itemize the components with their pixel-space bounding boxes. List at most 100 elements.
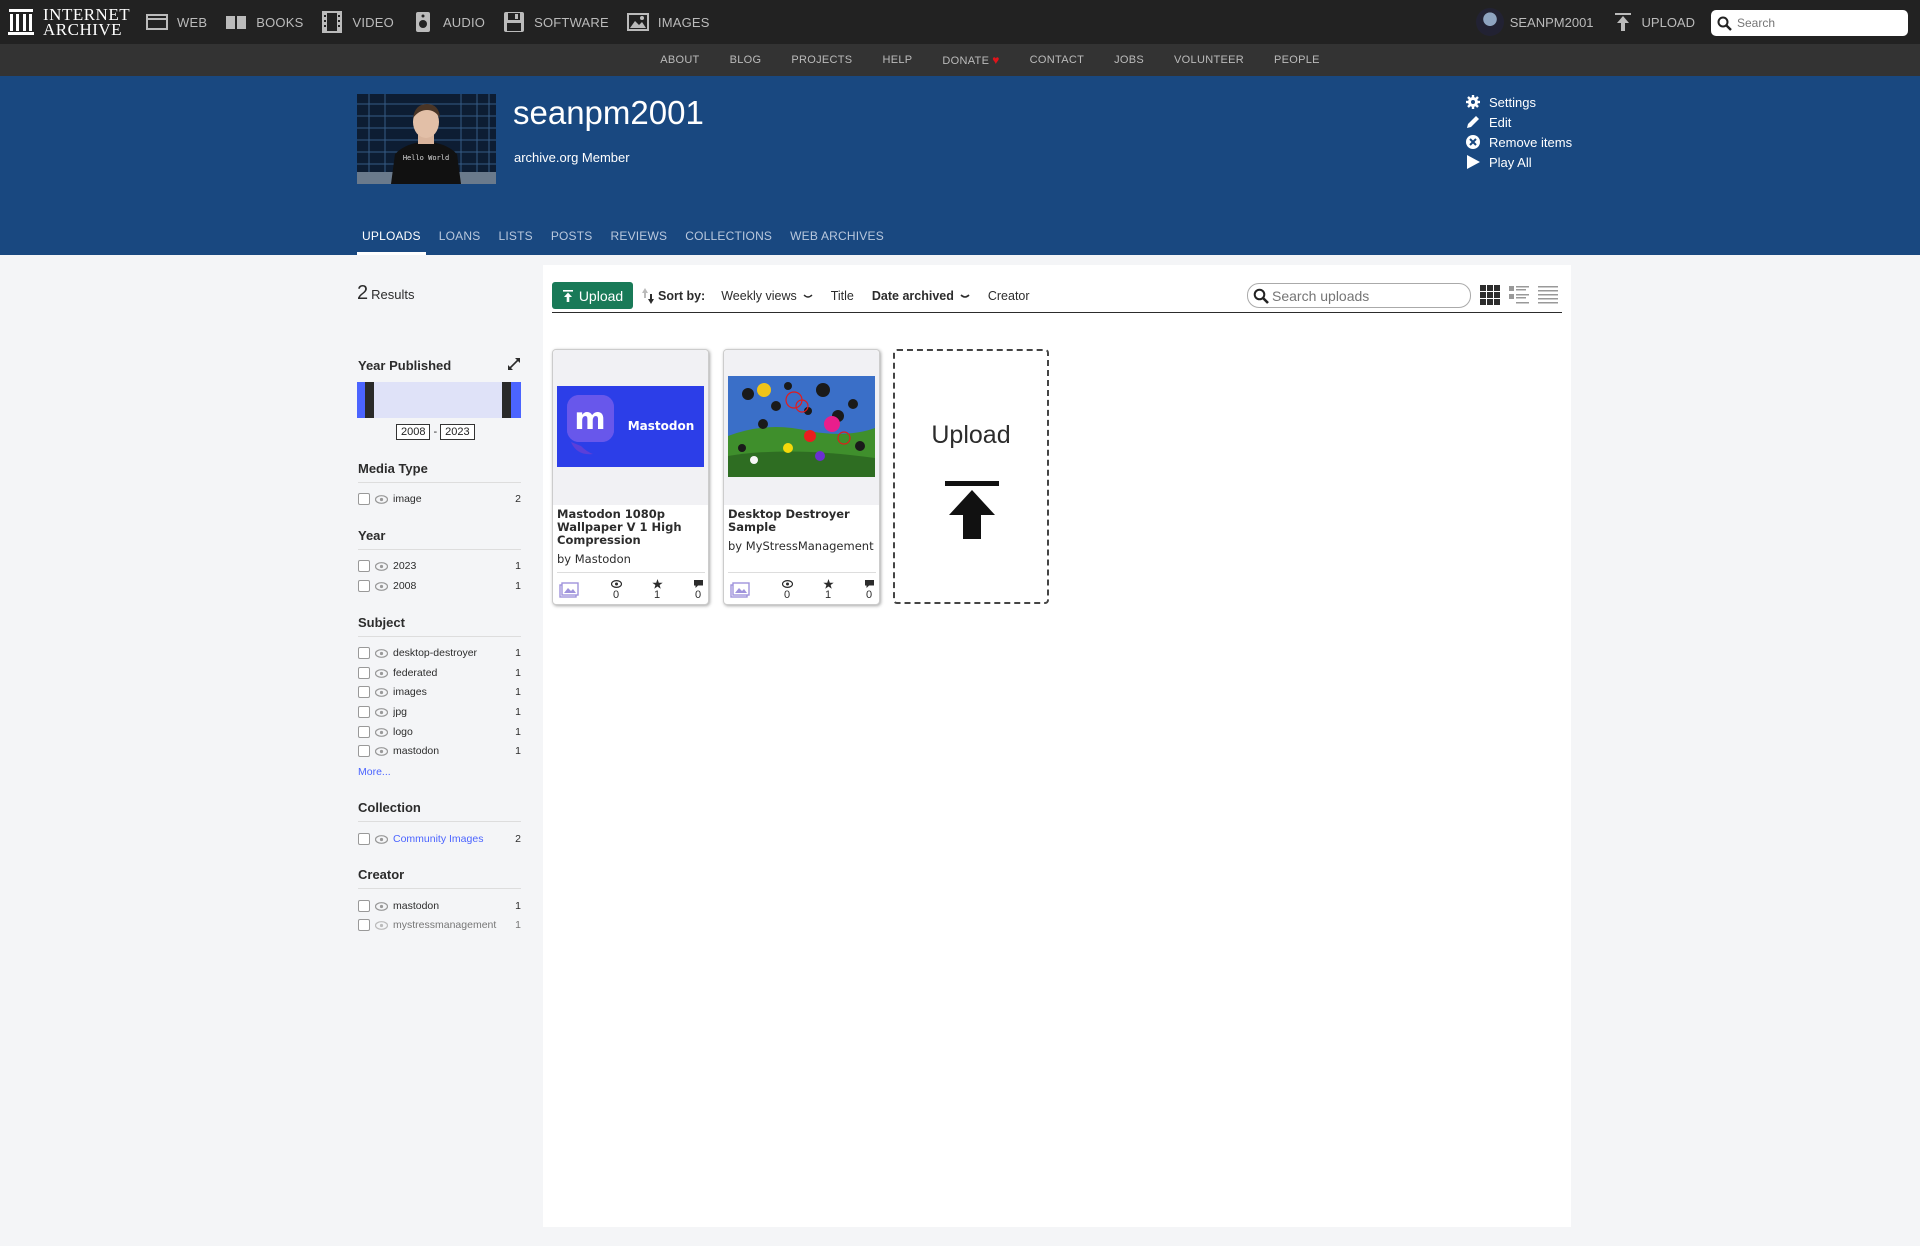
facet-checkbox[interactable] [358,560,370,572]
upload-button[interactable]: Upload [552,282,633,309]
tab-collections[interactable]: COLLECTIONS [680,224,777,255]
item-tile-mastodon-wallpaper[interactable]: m Mastodon Mastodon 1080p Wallpaper V 1 … [552,349,709,605]
tab-reviews[interactable]: REVIEWS [606,224,673,255]
user-avatar[interactable] [1475,8,1504,36]
item-creator[interactable]: by MyStressManagement [728,539,878,553]
eye-icon[interactable] [375,834,388,844]
eye-icon[interactable] [375,668,388,678]
facet-row[interactable]: mystressmanagement 1 [358,917,521,933]
tab-posts[interactable]: POSTS [546,224,598,255]
subnav-blog[interactable]: BLOG [730,54,762,66]
facet-row[interactable]: federated 1 [358,665,521,681]
subnav-help[interactable]: HELP [882,54,912,66]
facet-checkbox[interactable] [358,919,370,931]
subnav-projects[interactable]: PROJECTS [791,54,852,66]
tab-web-archives[interactable]: WEB ARCHIVES [785,224,889,255]
facet-checkbox[interactable] [358,833,370,845]
facet-row[interactable]: mastodon 1 [358,743,521,759]
search-uploads-input[interactable] [1272,287,1462,304]
settings-button[interactable]: Settings [1465,92,1572,112]
sort-weekly-views[interactable]: Weekly views [721,289,813,303]
sort-date-archived[interactable]: Date archived [872,289,970,303]
facet-row[interactable]: 2023 1 [358,558,521,574]
subnav-volunteer[interactable]: VOLUNTEER [1174,54,1244,66]
subnav-people[interactable]: PEOPLE [1274,54,1320,66]
facet-row[interactable]: 2008 1 [358,578,521,594]
facet-checkbox[interactable] [358,686,370,698]
year-from-input[interactable]: 2008 [396,424,431,440]
eye-icon[interactable] [375,901,388,911]
nav-images[interactable]: IMAGES [626,11,710,33]
eye-icon[interactable] [375,494,388,504]
facet-checkbox[interactable] [358,706,370,718]
expand-icon[interactable] [507,357,521,371]
remove-items-button[interactable]: Remove items [1465,132,1572,152]
upload-link[interactable]: UPLOAD [1642,15,1695,30]
subnav-about[interactable]: ABOUT [660,54,699,66]
facet-row[interactable]: jpg 1 [358,704,521,720]
facet-row[interactable]: images 1 [358,684,521,700]
list-detail-view-icon[interactable] [1508,284,1530,306]
sort-title[interactable]: Title [831,289,854,303]
nav-web[interactable]: WEB [146,11,207,33]
nav-audio-label: AUDIO [442,14,486,30]
item-creator[interactable]: by Mastodon [557,552,707,566]
facet-count: 1 [515,580,521,592]
eye-icon[interactable] [375,920,388,930]
compact-list-view-icon[interactable] [1537,284,1559,306]
subnav-jobs[interactable]: JOBS [1114,54,1144,66]
facet-checkbox[interactable] [358,580,370,592]
facet-checkbox[interactable] [358,493,370,505]
eye-icon[interactable] [375,648,388,658]
range-handle-max[interactable] [502,382,511,418]
favorites-count: 1 [824,589,832,601]
facet-checkbox[interactable] [358,647,370,659]
item-title[interactable]: Mastodon 1080p Wallpaper V 1 High Compre… [557,508,705,547]
eye-icon[interactable] [375,581,388,591]
eye-icon[interactable] [375,707,388,717]
subnav-donate-label: DONATE [942,55,990,67]
facet-divider [358,482,521,483]
tab-uploads[interactable]: UPLOADS [357,224,426,255]
eye-icon[interactable] [375,746,388,756]
eye-icon[interactable] [375,727,388,737]
tab-lists[interactable]: LISTS [493,224,537,255]
facet-row[interactable]: image 2 [358,491,521,507]
upload-icon[interactable] [1614,12,1632,32]
sort-creator[interactable]: Creator [988,289,1030,303]
year-histogram[interactable] [357,382,521,418]
play-all-button[interactable]: Play All [1465,152,1572,172]
more-subjects-link[interactable]: More... [358,766,391,778]
facet-checkbox[interactable] [358,726,370,738]
edit-button[interactable]: Edit [1465,112,1572,132]
eye-icon[interactable] [375,561,388,571]
username-link[interactable]: SEANPM2001 [1510,15,1594,30]
facet-row[interactable]: desktop-destroyer 1 [358,645,521,661]
range-handle-min[interactable] [365,382,374,418]
nav-video[interactable]: VIDEO [321,11,394,33]
sort-direction-icon[interactable] [642,287,654,305]
facet-row[interactable]: logo 1 [358,724,521,740]
facet-row[interactable]: Community Images 2 [358,831,521,847]
facet-checkbox[interactable] [358,900,370,912]
top-search-input[interactable] [1737,16,1887,30]
eye-icon[interactable] [375,687,388,697]
grid-view-icon[interactable] [1479,284,1501,306]
nav-audio[interactable]: AUDIO [412,11,485,33]
internet-archive-logo[interactable]: INTERNET ARCHIVE [8,6,130,38]
sort-date-archived-label: Date archived [871,289,954,303]
tab-loans[interactable]: LOANS [434,224,486,255]
item-tile-desktop-destroyer[interactable]: Desktop Destroyer Sample by MyStressMana… [723,349,880,605]
facet-checkbox[interactable] [358,667,370,679]
facet-divider [358,636,521,637]
year-to-input[interactable]: 2023 [440,424,475,440]
subnav-donate[interactable]: DONATE ♥ [942,53,999,67]
facet-label[interactable]: Community Images [393,833,511,845]
facet-row[interactable]: mastodon 1 [358,898,521,914]
nav-books[interactable]: BOOKS [225,11,303,33]
item-title[interactable]: Desktop Destroyer Sample [728,508,876,534]
upload-tile[interactable]: Upload [893,349,1049,604]
subnav-contact[interactable]: CONTACT [1030,54,1084,66]
facet-checkbox[interactable] [358,745,370,757]
nav-software[interactable]: SOFTWARE [503,11,609,33]
